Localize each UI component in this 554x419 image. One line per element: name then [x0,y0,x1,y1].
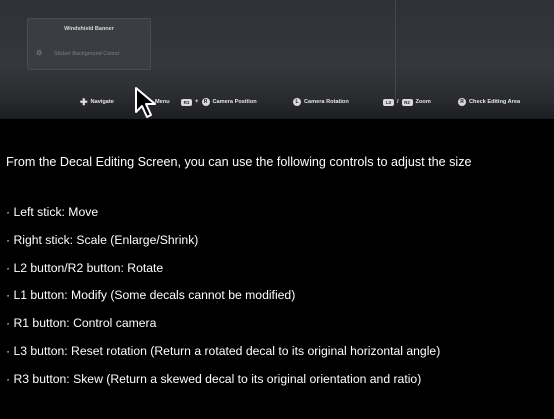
list-item: · Left stick: Move [6,205,99,219]
r3-button-icon: R [458,98,466,106]
controls-list: · Left stick: Move · Right stick: Scale … [6,205,440,400]
hint-check-editing-area: R Check Editing Area [458,92,520,112]
panel-option-row[interactable]: ⚙ Sticker Background Colour [36,50,120,57]
list-item: · R1 button: Control camera [6,316,157,331]
panel-title: Windshield Banner [64,26,114,32]
left-stick-icon: L [293,98,301,106]
hint-zoom-separator: / [397,99,399,105]
list-item: · L3 button: Reset rotation (Return a ro… [6,343,441,358]
hint-navigate-label: Navigate [90,99,114,105]
right-stick-icon: R [201,98,210,106]
list-item: · L2 button/R2 button: Rotate [6,260,164,275]
r2-button-icon: R2 [401,98,413,106]
list-item: · R3 button: Skew (Return a skewed decal… [6,371,422,386]
dpad-icon: ✚ [80,97,88,107]
camera-icon: ⚙ [36,50,43,57]
hint-navigate: ✚ Navigate [80,92,114,112]
hint-camera-rotation: L Camera Rotation [293,92,349,112]
screen-divider [395,0,396,100]
hint-camera-position-label: Camera Position [212,99,257,105]
list-item: · L1 button: Modify (Some decals cannot … [6,288,296,303]
intro-text: From the Decal Editing Screen, you can u… [6,155,472,169]
controller-hint-bar: ✚ Navigate Menu R1 + R Camera Position L… [0,92,554,112]
hint-zoom-label: Zoom [415,99,431,105]
game-screenshot: Windshield Banner ⚙ Sticker Background C… [0,0,554,119]
mouse-pointer-icon [135,87,156,118]
list-item: · Right stick: Scale (Enlarge/Shrink) [6,232,199,247]
hint-check-editing-area-label: Check Editing Area [469,99,521,105]
l2-button-icon: L2 [383,98,394,106]
hint-zoom: L2 / R2 Zoom [383,92,431,112]
hint-camera-position: R1 + R Camera Position [181,92,257,112]
panel-option-label: Sticker Background Colour [54,51,120,57]
decal-option-panel[interactable]: Windshield Banner ⚙ Sticker Background C… [27,18,151,70]
r1-button-icon: R1 [181,98,192,106]
hint-camera-rotation-label: Camera Rotation [304,99,349,105]
